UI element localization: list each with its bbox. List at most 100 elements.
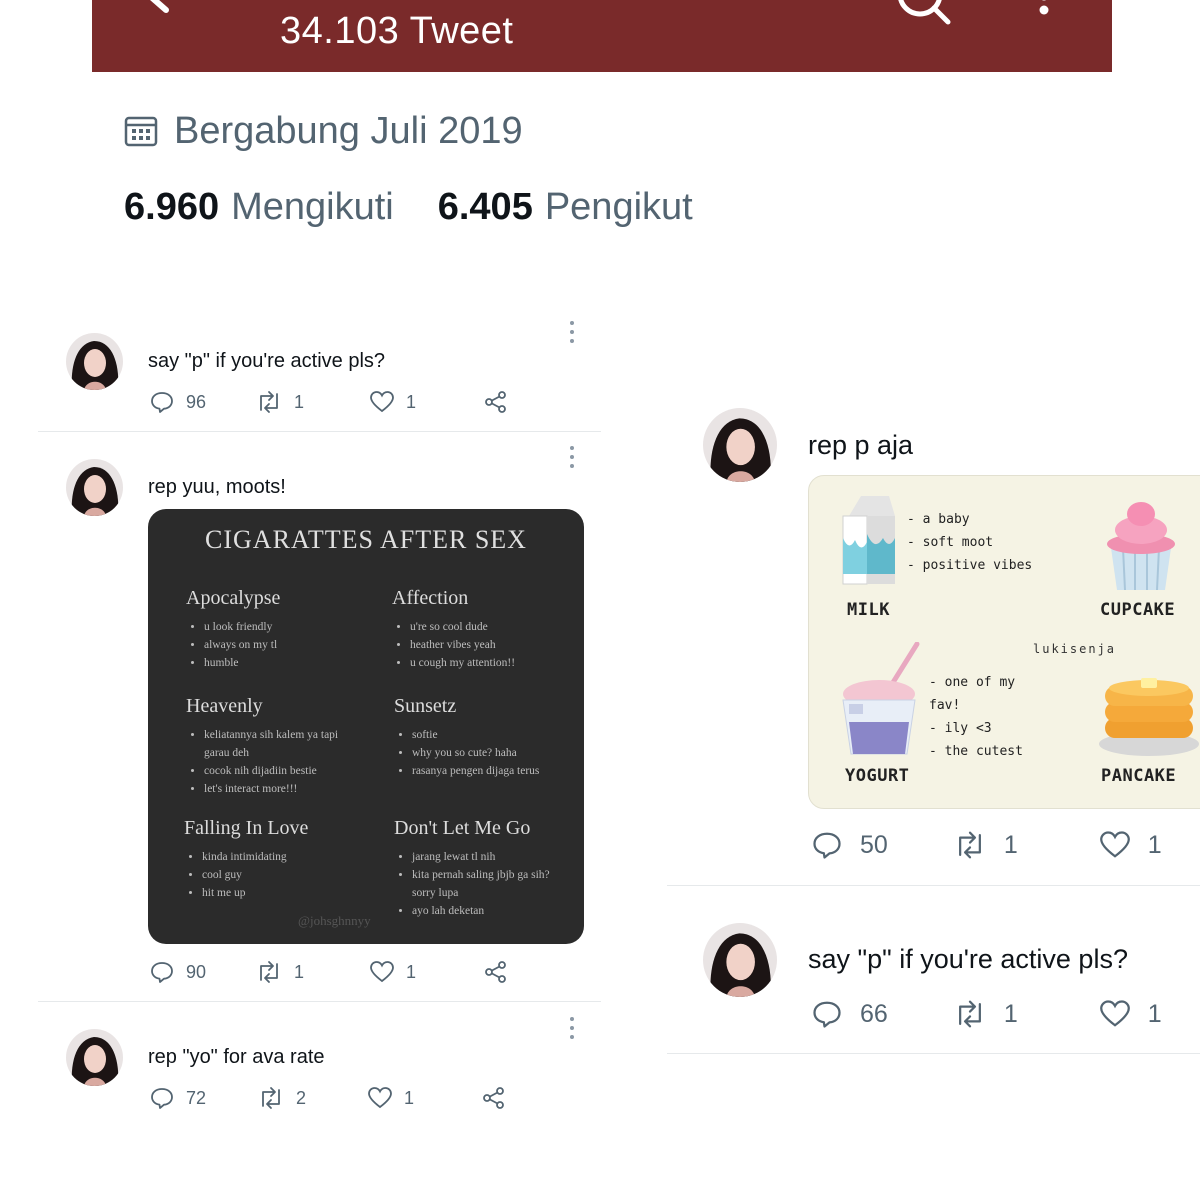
retweet-button[interactable]: 2 — [258, 1086, 306, 1110]
section-item: kita pernah saling jbjb ga sih? sorry lu… — [412, 866, 564, 902]
tweet-text: rep yuu, moots! — [148, 476, 286, 498]
avatar[interactable] — [703, 923, 777, 997]
like-button[interactable]: 1 — [368, 1087, 414, 1109]
yogurt-notes: - one of my fav! - ily <3 - the cutest — [929, 671, 1023, 763]
retweet-button[interactable]: 1 — [954, 830, 1018, 860]
retweet-button[interactable]: 1 — [256, 390, 304, 414]
note-line: - soft moot — [907, 535, 994, 550]
tweet-actions: 72 2 1 — [150, 1086, 506, 1110]
back-arrow-icon[interactable] — [140, 0, 196, 18]
section-item: jarang lewat tl nih — [412, 848, 564, 866]
share-button[interactable] — [482, 1086, 506, 1110]
section-item: heather vibes yeah — [410, 636, 515, 654]
reply-count: 90 — [186, 961, 207, 982]
note-line: fav! — [929, 698, 961, 713]
retweet-count: 1 — [294, 391, 305, 412]
more-options-icon[interactable] — [1026, 0, 1062, 28]
share-button[interactable] — [484, 960, 508, 984]
tweet-menu-icon[interactable] — [569, 445, 575, 469]
avatar-image — [703, 408, 777, 482]
card-section: Affection u're so cool dudeheather vibes… — [392, 587, 515, 672]
tweet-media-card[interactable]: MILK - a baby - soft moot - positive vib… — [808, 475, 1200, 809]
milk-notes: - a baby - soft moot - positive vibes — [907, 508, 1032, 577]
like-count: 1 — [406, 961, 417, 982]
like-button[interactable]: 1 — [1099, 831, 1162, 860]
retweet-icon — [958, 1000, 981, 1028]
following-link[interactable]: 6.960 Mengikuti — [124, 186, 394, 229]
pancake-label: PANCAKE — [1101, 766, 1177, 786]
avatar-image — [703, 923, 777, 997]
section-item: cocok nih dijadiin bestie — [204, 762, 356, 780]
following-count: 6.960 — [124, 186, 220, 228]
tweet-actions: 96 1 1 — [150, 390, 508, 414]
reply-button[interactable]: 90 — [150, 960, 206, 984]
card-section: Heavenly keliatannya sih kalem ya tapi g… — [186, 695, 356, 798]
section-item: always on my tl — [204, 636, 280, 654]
avatar[interactable] — [66, 333, 123, 390]
retweet-button[interactable]: 1 — [256, 960, 304, 984]
card-section: Sunsetz softiewhy you so cute? haharasan… — [394, 695, 574, 780]
search-icon[interactable] — [892, 0, 952, 28]
section-heading: Heavenly — [186, 695, 263, 717]
join-date: Bergabung Juli 2019 — [174, 109, 523, 152]
retweet-count: 1 — [1003, 999, 1018, 1028]
tweet-actions: 66 1 1 — [812, 999, 1162, 1029]
reply-button[interactable]: 50 — [812, 830, 888, 860]
section-item: u look friendly — [204, 618, 280, 636]
reply-count: 72 — [186, 1087, 207, 1108]
heart-icon — [370, 961, 394, 983]
avatar[interactable] — [703, 408, 777, 482]
section-item: why you so cute? haha — [412, 744, 574, 762]
followers-link[interactable]: 6.405 Pengikut — [438, 186, 693, 229]
retweet-icon — [958, 831, 981, 859]
reply-button[interactable]: 96 — [150, 390, 206, 414]
retweet-icon — [262, 1087, 280, 1109]
section-heading: Don't Let Me Go — [394, 817, 531, 839]
tweet-text: rep p aja — [808, 430, 914, 460]
note-line: - one of my — [929, 675, 1016, 690]
reply-icon — [813, 832, 841, 859]
section-item: kinda intimidating — [202, 848, 308, 866]
like-count: 1 — [406, 391, 417, 412]
reply-button[interactable]: 66 — [812, 999, 888, 1029]
yogurt-label: YOGURT — [845, 766, 910, 786]
avatar[interactable] — [66, 1029, 123, 1086]
followers-count: 6.405 — [437, 186, 533, 228]
section-heading: Affection — [392, 587, 469, 609]
like-count: 1 — [404, 1087, 415, 1108]
reply-icon — [813, 1001, 841, 1028]
section-heading: Sunsetz — [394, 695, 457, 717]
card-section: Apocalypse u look friendlyalways on my t… — [186, 587, 280, 672]
divider — [38, 1001, 601, 1002]
like-button[interactable]: 1 — [370, 961, 416, 983]
section-item: hit me up — [202, 884, 308, 902]
retweet-count: 1 — [294, 961, 305, 982]
card-section: Don't Let Me Go jarang lewat tl nihkita … — [394, 817, 564, 920]
tweet-count: 34.103 Tweet — [280, 10, 514, 52]
card-title: CIGARATTES AFTER SEX — [205, 525, 527, 554]
like-button[interactable]: 1 — [370, 391, 416, 413]
section-item: humble — [204, 654, 280, 672]
section-item: let's interact more!!! — [204, 780, 356, 798]
avatar-image — [66, 459, 123, 516]
tweet-menu-icon[interactable] — [569, 1016, 575, 1040]
reply-button[interactable]: 72 — [150, 1086, 206, 1110]
section-heading: Falling In Love — [184, 817, 309, 839]
pancake-icon — [1099, 678, 1199, 756]
reply-count: 96 — [186, 391, 207, 412]
note-line: - positive vibes — [907, 558, 1033, 573]
calendar-icon — [124, 116, 158, 147]
tweet-media-card[interactable]: CIGARATTES AFTER SEX Apocalypse u look f… — [148, 509, 584, 944]
tweet-menu-icon[interactable] — [569, 320, 575, 344]
share-button[interactable] — [484, 390, 508, 414]
section-item: softie — [412, 726, 574, 744]
tweet-text: say "p" if you're active pls? — [148, 350, 386, 372]
retweet-button[interactable]: 1 — [954, 999, 1018, 1029]
tweet-actions: 90 1 1 — [150, 960, 508, 984]
like-button[interactable]: 1 — [1099, 1000, 1162, 1029]
avatar[interactable] — [66, 459, 123, 516]
share-icon — [485, 961, 506, 983]
heart-icon — [1099, 1000, 1130, 1027]
reply-count: 50 — [860, 830, 888, 859]
heart-icon — [370, 391, 394, 413]
